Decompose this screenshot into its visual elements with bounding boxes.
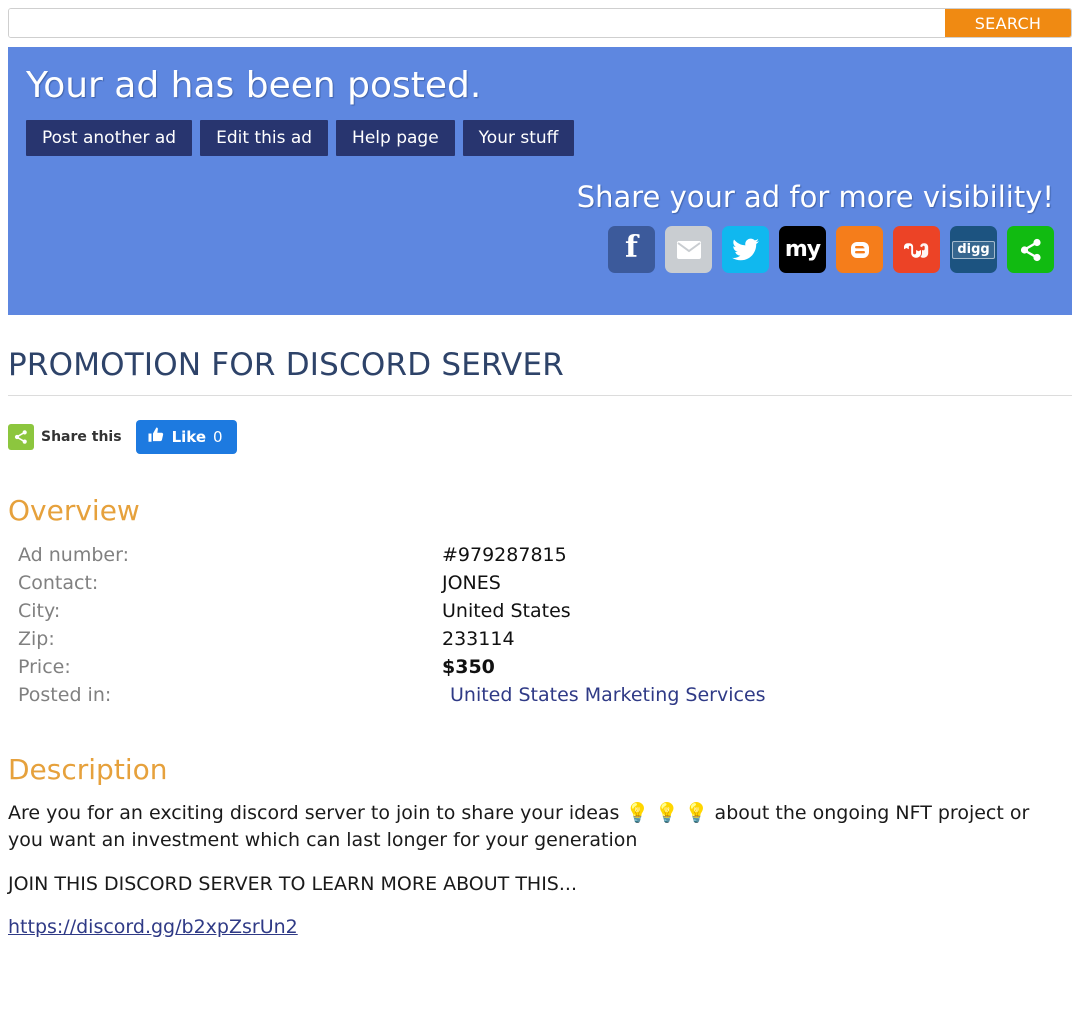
table-row: City: United States: [8, 597, 766, 625]
post-another-ad-button[interactable]: Post another ad: [26, 120, 193, 157]
myspace-my-glyph: my: [784, 236, 821, 262]
thumbs-up-icon: [147, 426, 165, 448]
table-row: Price: $350: [8, 653, 766, 681]
digg-text-glyph: digg: [952, 240, 995, 260]
description-heading: Description: [8, 753, 168, 786]
share-this-button[interactable]: Share this: [8, 424, 122, 450]
digg-share-icon[interactable]: digg: [950, 226, 997, 274]
city-value: United States: [442, 600, 571, 622]
help-page-button[interactable]: Help page: [336, 120, 455, 157]
blogger-share-icon[interactable]: [836, 226, 883, 274]
notice-title: Your ad has been posted.: [26, 65, 482, 106]
twitter-share-icon[interactable]: [722, 226, 769, 274]
search-button[interactable]: SEARCH: [945, 9, 1071, 37]
share-nodes-icon: [8, 424, 34, 450]
share-this-label: Share this: [41, 429, 122, 445]
ad-number-value: #979287815: [442, 544, 567, 566]
blogger-b-glyph: [850, 241, 869, 258]
stumbleupon-share-icon[interactable]: [893, 226, 940, 274]
twitter-bird-glyph: [731, 238, 759, 261]
posted-in-label: Posted in:: [18, 684, 112, 706]
description-paragraph-1: Are you for an exciting discord server t…: [8, 802, 1030, 851]
share-nodes-glyph: [1020, 238, 1041, 261]
zip-value: 233114: [442, 628, 515, 650]
generic-share-icon[interactable]: [1007, 226, 1054, 274]
city-label: City:: [18, 600, 61, 622]
social-share-row: f my digg: [26, 226, 1054, 274]
price-value: $350: [442, 656, 495, 678]
ad-detail-content: PROMOTION FOR DISCORD SERVER Share this …: [0, 347, 1080, 938]
ad-number-label: Ad number:: [18, 544, 129, 566]
posted-in-category-link[interactable]: United States Marketing Services: [442, 684, 766, 706]
notice-button-group: Post another ad Edit this ad Help page Y…: [26, 120, 1054, 157]
social-actions-row: Share this Like 0: [8, 420, 1072, 454]
zip-label: Zip:: [18, 628, 55, 650]
ad-posted-notice-panel: Your ad has been posted. Post another ad…: [8, 47, 1072, 315]
posted-in-value-cell: United States Marketing Services: [442, 681, 766, 709]
envelope-glyph: [676, 240, 701, 259]
price-label: Price:: [18, 656, 71, 678]
table-row: Zip: 233114: [8, 625, 766, 653]
table-row: Ad number: #979287815: [8, 541, 766, 569]
share-block: Share your ad for more visibility! f my: [26, 180, 1054, 274]
email-share-icon[interactable]: [665, 226, 712, 274]
edit-this-ad-button[interactable]: Edit this ad: [200, 120, 329, 157]
search-input[interactable]: [9, 9, 945, 37]
facebook-like-button[interactable]: Like 0: [135, 420, 237, 454]
contact-value: JONES: [442, 572, 501, 594]
contact-label: Contact:: [18, 572, 99, 594]
discord-invite-link[interactable]: https://discord.gg/b2xpZsrUn2: [8, 916, 298, 938]
your-stuff-button[interactable]: Your stuff: [462, 120, 575, 157]
overview-heading: Overview: [8, 494, 140, 527]
title-divider: [8, 395, 1072, 396]
search-bar: SEARCH: [8, 8, 1072, 38]
facebook-f-glyph: f: [625, 230, 638, 266]
like-label: Like: [171, 428, 207, 446]
page-title: PROMOTION FOR DISCORD SERVER: [8, 347, 564, 383]
like-count: 0: [213, 428, 223, 446]
facebook-share-icon[interactable]: f: [608, 226, 655, 274]
overview-table: Ad number: #979287815 Contact: JONES Cit…: [8, 541, 766, 709]
table-row: Contact: JONES: [8, 569, 766, 597]
table-row: Posted in: United States Marketing Servi…: [8, 681, 766, 709]
stumbleupon-glyph: [903, 243, 928, 258]
myspace-share-icon[interactable]: my: [779, 226, 826, 274]
share-heading: Share your ad for more visibility!: [576, 180, 1054, 215]
description-paragraph-2: JOIN THIS DISCORD SERVER TO LEARN MORE A…: [8, 873, 577, 896]
